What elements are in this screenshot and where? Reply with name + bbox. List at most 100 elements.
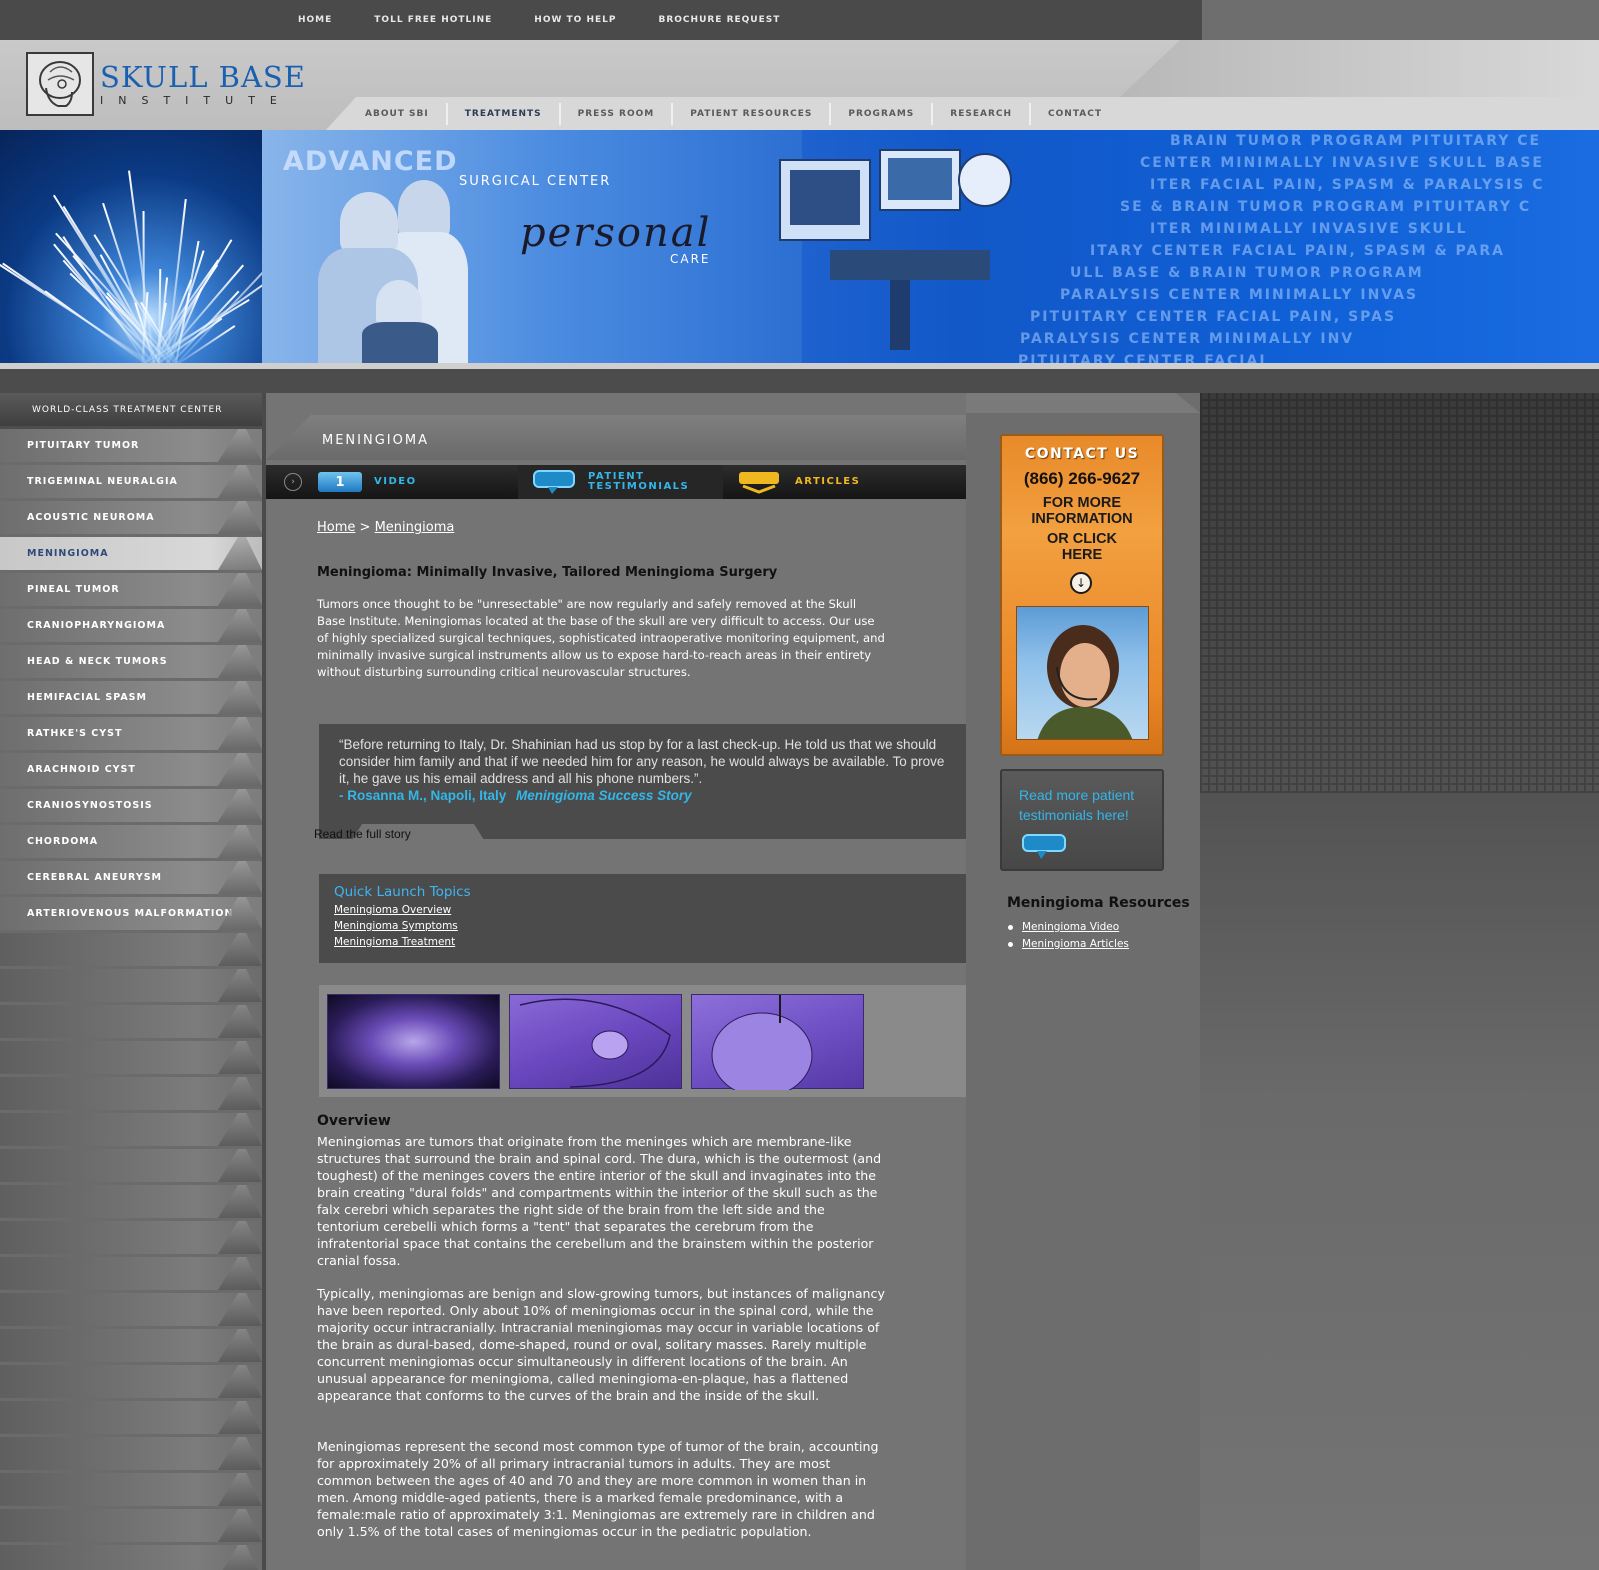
treatment-sidebar: WORLD-CLASS TREATMENT CENTER PITUITARY T… <box>0 393 266 1570</box>
sidebar-item-acoustic-neuroma[interactable]: ACOUSTIC NEUROMA <box>0 501 262 534</box>
tab-video[interactable]: 1 VIDEO <box>318 465 518 499</box>
arrow-right-icon[interactable]: › <box>284 473 302 491</box>
sidebar-empty-row <box>0 1401 262 1434</box>
sidebar-item-trigeminal-neuralgia[interactable]: TRIGEMINAL NEURALGIA <box>0 465 262 498</box>
bullet-icon <box>1008 924 1013 930</box>
speech-bubble-icon <box>1022 834 1066 859</box>
resource-link-video[interactable]: Meningioma Video <box>1022 921 1119 933</box>
banner-word-line: ITER MINIMALLY INVASIVE SKULL <box>1150 221 1468 237</box>
sidebar-item-arachnoid-cyst[interactable]: ARACHNOID CYST <box>0 753 262 786</box>
breadcrumb-separator: > <box>359 520 371 535</box>
sidebar-item-head-neck-tumors[interactable]: HEAD & NECK TUMORS <box>0 645 262 678</box>
site-logo[interactable]: SKULL BASE INSTITUTE <box>26 52 306 116</box>
contact-line-2: INFORMATION <box>1031 511 1133 527</box>
image-strip <box>319 985 966 1098</box>
articles-stack-icon <box>739 472 779 494</box>
page-title: MENINGIOMA <box>322 433 429 448</box>
testimonials-cta[interactable]: Read more patient testimonials here! <box>1019 785 1155 825</box>
article-title: Meningioma: Minimally Invasive, Tailored… <box>317 565 778 580</box>
sidebar-item-craniosynostosis[interactable]: CRANIOSYNOSTOSIS <box>0 789 262 822</box>
tab-testimonials-label-line2: TESTIMONIALS <box>588 481 690 492</box>
sidebar-item-pineal-tumor[interactable]: PINEAL TUMOR <box>0 573 262 606</box>
resource-link-articles[interactable]: Meningioma Articles <box>1022 938 1129 950</box>
quick-link-overview[interactable]: Meningioma Overview <box>334 904 451 916</box>
site-header: SKULL BASE INSTITUTE ABOUT SBI TREATMENT… <box>0 40 1599 130</box>
under-banner-strip <box>0 369 1599 393</box>
banner-person-senior <box>340 192 398 254</box>
skull-illustration-image[interactable] <box>509 994 682 1089</box>
banner-title: ADVANCED <box>283 146 458 177</box>
banner-subtitle: SURGICAL CENTER <box>459 174 612 189</box>
arrow-down-icon[interactable]: ↓ <box>1070 572 1092 594</box>
bullet-icon <box>1008 941 1013 947</box>
sidebar-item-rathkes-cyst[interactable]: RATHKE'S CYST <box>0 717 262 750</box>
testimonial-quote-box: “Before returning to Italy, Dr. Shahinia… <box>319 724 966 840</box>
sidebar-item-craniopharyngioma[interactable]: CRANIOPHARYNGIOMA <box>0 609 262 642</box>
media-tab-bar: › 1 VIDEO PATIENT TESTIMONIALS ARTICLES <box>266 465 966 499</box>
overview-paragraph-2: Typically, meningiomas are benign and sl… <box>317 1286 885 1403</box>
sidebar-empty-row <box>0 1329 262 1362</box>
speech-bubble-icon <box>533 470 575 494</box>
overview-paragraph-1: Meningiomas are tumors that originate fr… <box>317 1134 882 1268</box>
banner-word-line: ULL BASE & BRAIN TUMOR PROGRAM <box>1070 265 1424 281</box>
quick-link-treatment[interactable]: Meningioma Treatment <box>334 936 455 948</box>
top-nav-toll-free-hotline[interactable]: TOLL FREE HOTLINE <box>374 15 492 25</box>
testimonials-card[interactable]: Read more patient testimonials here! <box>1000 769 1164 871</box>
top-nav-how-to-help[interactable]: HOW TO HELP <box>534 15 616 25</box>
sidebar-empty-row <box>0 1185 262 1218</box>
main-nav-research[interactable]: RESEARCH <box>933 102 1032 125</box>
breadcrumb-home-link[interactable]: Home <box>317 520 355 535</box>
main-content: MENINGIOMA › 1 VIDEO PATIENT TESTIMONIAL… <box>266 393 966 1570</box>
contact-line-1: FOR MORE <box>1042 495 1122 511</box>
quick-launch-box: Quick Launch Topics Meningioma Overview … <box>319 874 966 963</box>
breadcrumb: Home > Meningioma <box>317 520 454 535</box>
sidebar-item-chordoma[interactable]: CHORDOMA <box>0 825 262 858</box>
sidebar-empty-row <box>0 969 262 1002</box>
sidebar-empty-row <box>0 1293 262 1326</box>
mri-scan-image[interactable] <box>327 994 500 1089</box>
main-nav-treatments[interactable]: TREATMENTS <box>448 102 561 125</box>
sidebar-item-meningioma[interactable]: MENINGIOMA <box>0 537 262 570</box>
sidebar-item-pituitary-tumor[interactable]: PITUITARY TUMOR <box>0 429 262 462</box>
video-icon: 1 <box>318 472 362 492</box>
sidebar-empty-row <box>0 1005 262 1038</box>
top-nav-home[interactable]: HOME <box>298 15 332 25</box>
success-story-link[interactable]: Meningioma Success Story <box>516 788 692 803</box>
banner-word-line: CENTER MINIMALLY INVASIVE SKULL BASE <box>1140 155 1544 171</box>
main-nav: ABOUT SBI TREATMENTS PRESS ROOM PATIENT … <box>348 97 1119 130</box>
sidebar-item-cerebral-aneurysm[interactable]: CEREBRAL ANEURYSM <box>0 861 262 894</box>
sidebar-empty-row <box>0 1257 262 1290</box>
contact-line-4: HERE <box>1061 547 1103 563</box>
hero-banner: ADVANCED SURGICAL CENTER personal CARE B… <box>0 130 1599 363</box>
breadcrumb-current-link[interactable]: Meningioma <box>375 520 455 535</box>
contact-us-card[interactable]: CONTACT US (866) 266-9627 FOR MORE INFOR… <box>1000 434 1164 756</box>
tab-testimonials-label: PATIENT TESTIMONIALS <box>588 472 689 492</box>
sidebar-empty-row <box>0 933 262 966</box>
skull-logo-icon <box>26 52 94 116</box>
contact-phone[interactable]: (866) 266-9627 <box>1002 469 1162 489</box>
main-nav-contact[interactable]: CONTACT <box>1031 103 1119 125</box>
banner-word-line: PARALYSIS CENTER MINIMALLY INV <box>1020 331 1355 347</box>
resource-item: Meningioma Articles <box>1008 938 1129 950</box>
main-nav-programs[interactable]: PROGRAMS <box>831 102 934 125</box>
sidebar-item-hemifacial-spasm[interactable]: HEMIFACIAL SPASM <box>0 681 262 714</box>
banner-person-adult <box>398 180 450 240</box>
main-nav-about-sbi[interactable]: ABOUT SBI <box>348 102 448 125</box>
top-nav: HOME TOLL FREE HOTLINE HOW TO HELP BROCH… <box>298 0 822 40</box>
main-nav-press-room[interactable]: PRESS ROOM <box>561 102 674 125</box>
contact-line-3: OR CLICK <box>1046 531 1118 547</box>
overview-heading: Overview <box>317 1113 391 1129</box>
fiber-optic-image <box>0 130 313 363</box>
sidebar-empty-row <box>0 1041 262 1074</box>
tab-patient-testimonials[interactable]: PATIENT TESTIMONIALS <box>518 465 723 499</box>
right-background-texture <box>1200 393 1599 793</box>
read-full-story-link[interactable]: Read the full story <box>314 827 411 841</box>
logo-subtitle: INSTITUTE <box>100 93 292 107</box>
top-nav-brochure-request[interactable]: BROCHURE REQUEST <box>658 15 780 25</box>
banner-word-line: PITUITARY CENTER FACIAL PAIN, SPAS <box>1030 309 1397 325</box>
tab-articles[interactable]: ARTICLES <box>737 465 860 499</box>
main-nav-patient-resources[interactable]: PATIENT RESOURCES <box>673 102 832 125</box>
sidebar-item-arteriovenous-malformation[interactable]: ARTERIOVENOUS MALFORMATION <box>0 897 262 930</box>
head-illustration-image[interactable] <box>691 994 864 1098</box>
quick-link-symptoms[interactable]: Meningioma Symptoms <box>334 920 458 932</box>
